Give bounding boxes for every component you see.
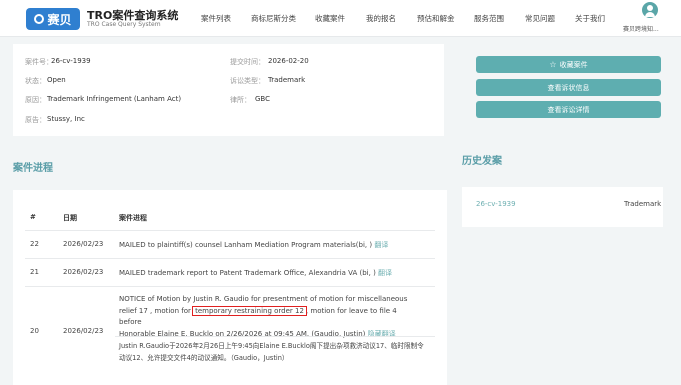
filed-date-value: 2026-02-20 [268,57,309,65]
history-case-link[interactable]: 26-cv-1939 [476,200,516,208]
row-20-entry: NOTICE of Motion by Justin R. Gaudio for… [119,294,419,340]
litigation-type-label: 诉讼类型： [230,77,265,85]
highlighted-phrase: temporary restraining order 12 [192,305,307,316]
status-value: Open [47,76,66,84]
view-details-label: 查看诉讼详情 [547,105,590,114]
row-21-number: 21 [30,268,39,276]
favorite-case-button[interactable]: ☆ 收藏案件 [476,56,661,73]
row-21-entry: MAILED trademark report to Patent Tradem… [119,268,392,278]
row-22-entry: MAILED to plaintiff(s) counsel Lanham Me… [119,240,388,250]
case-number-label: 案件号： [25,58,53,66]
nav-my-registrations[interactable]: 我的报名 [366,13,396,24]
view-complaint-button[interactable]: 查看诉状信息 [476,79,661,96]
row-20-translation: Justin R.Gaudio于2026年2月26日上午9:45向Elaine … [119,342,424,362]
row-21-text: MAILED trademark report to Patent Tradem… [119,269,376,277]
row-divider [25,286,435,287]
nav-about[interactable]: 关于我们 [575,13,605,24]
case-number-value: 26-cv-1939 [51,57,91,65]
law-firm-value: GBC [255,95,270,103]
nav-case-list[interactable]: 案件列表 [201,13,231,24]
plaintiff-label: 原告： [25,116,46,124]
filed-date-label: 提交时间： [230,58,265,66]
nav-settlement-estimate[interactable]: 预估和解金 [417,13,455,24]
status-label: 状态： [25,77,46,85]
row-20-line-3: Honorable Elaine E. Bucklo on 2/26/2026 … [119,329,419,341]
view-details-button[interactable]: 查看诉讼详情 [476,101,661,118]
row-20-line-2-start: relief 17 , motion for [119,306,191,315]
column-header-entry: 案件进程 [119,214,147,222]
nav-nice-classes[interactable]: 商标尼斯分类 [251,13,296,24]
app-logo[interactable]: 赛贝 [26,8,80,30]
avatar[interactable] [642,2,658,18]
row-22-number: 22 [30,240,39,248]
row-21-date: 2026/02/23 [63,268,104,276]
cause-value: Trademark Infringement (Lanham Act) [47,95,182,103]
star-icon: ☆ [549,60,557,69]
law-firm-label: 律所： [230,96,251,104]
row-20-line-2: relief 17 , motion for temporary restrai… [119,305,419,329]
row-22-date: 2026/02/23 [63,240,104,248]
cause-label: 原因： [25,96,46,104]
column-header-number: # [30,213,36,221]
progress-section-title: 案件进程 [13,163,53,174]
history-case-type: Trademark [624,200,662,208]
view-complaint-label: 查看诉状信息 [547,83,590,92]
favorite-case-label: 收藏案件 [559,60,588,69]
history-section-title: 历史发案 [462,156,502,167]
row-divider [25,258,435,259]
translation-divider [115,336,435,337]
plaintiff-value: Stussy, Inc [47,115,85,123]
litigation-type-value: Trademark [268,76,306,84]
nav-services[interactable]: 服务范围 [474,13,504,24]
user-name[interactable]: 赛贝跨境知... [623,24,659,33]
row-20-number: 20 [30,327,39,335]
app-subtitle: TRO Case Query System [87,21,161,28]
logo-text: 赛贝 [47,12,72,27]
row-22-text: MAILED to plaintiff(s) counsel Lanham Me… [119,241,373,249]
nav-faq[interactable]: 常见问题 [525,13,555,24]
row-divider [25,230,435,231]
column-header-date: 日期 [63,214,77,222]
nav-favorites[interactable]: 收藏案件 [315,13,345,24]
translate-link[interactable]: 翻译 [374,241,388,249]
row-20-date: 2026/02/23 [63,327,104,335]
translate-link[interactable]: 翻译 [378,269,392,277]
row-20-line-1: NOTICE of Motion by Justin R. Gaudio for… [119,295,408,303]
logo-icon [34,14,45,24]
